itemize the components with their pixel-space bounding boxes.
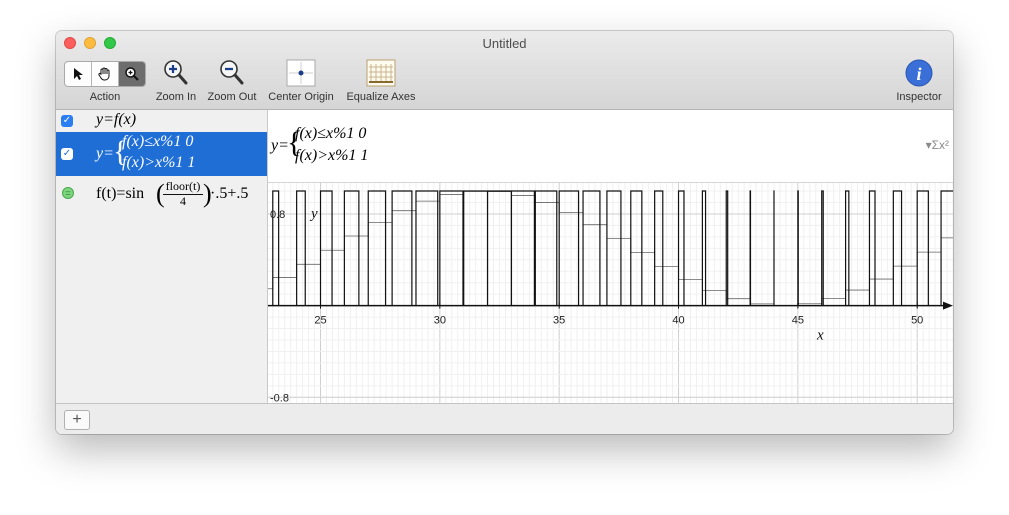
equation-editor[interactable]: y= { f(x)≤x%1 0 f(x)>x%1 1 ▾Σx² (268, 110, 953, 183)
center-origin-label: Center Origin (268, 91, 334, 103)
x-axis-arrow-icon (943, 301, 953, 310)
x-tick-label: 50 (911, 315, 923, 327)
arrow-tool-icon[interactable] (65, 62, 92, 86)
x-tick-label: 40 (672, 315, 684, 327)
y-tick-label: -0.8 (270, 392, 289, 403)
equation-text: y=f(x) (96, 111, 137, 128)
center-origin-icon (286, 59, 316, 87)
checkbox-checked-icon[interactable]: ✓ (61, 148, 73, 160)
y-axis-label: y (309, 206, 318, 222)
main-panel: y= { f(x)≤x%1 0 f(x)>x%1 1 ▾Σx² 25 30 35 40… (268, 110, 953, 404)
function-tail: ·.5+.5 (210, 185, 249, 202)
x-tick-label: 35 (553, 315, 565, 327)
zoom-in-label: Zoom In (155, 91, 197, 103)
info-icon: i (905, 59, 933, 87)
equation-prefix: y= (96, 145, 114, 162)
definition-icon[interactable]: = (62, 187, 74, 199)
svg-text:i: i (916, 64, 921, 84)
list-item[interactable]: ✓ y=f(x) (56, 110, 267, 132)
function-lhs: f(t)=sin (96, 185, 145, 202)
equalize-axes-icon (366, 59, 396, 87)
zoom-tool-icon[interactable] (119, 62, 145, 86)
app-window: Untitled Action Zoom In Zoom Out Center … (56, 31, 953, 434)
checkbox-checked-icon[interactable]: ✓ (61, 115, 73, 127)
fraction-numerator: floor(t) (163, 179, 203, 195)
hand-tool-icon[interactable] (92, 62, 119, 86)
action-segmented-control[interactable] (64, 61, 146, 87)
add-equation-button[interactable]: + (64, 410, 90, 430)
window-title: Untitled (482, 36, 527, 51)
x-tick-label: 25 (314, 315, 326, 327)
toolbar: Untitled Action Zoom In Zoom Out Center … (56, 31, 953, 110)
editor-case-2: f(x)>x%1 1 (295, 147, 369, 164)
piecewise-case-2: f(x)>x%1 1 (122, 154, 196, 171)
bottom-bar: + (56, 403, 953, 434)
x-axis-label: x (816, 328, 824, 344)
fraction-denominator: 4 (180, 194, 186, 208)
math-menu-button[interactable]: ▾Σx² (926, 138, 949, 152)
equalize-axes-label: Equalize Axes (346, 91, 416, 103)
zoom-out-label: Zoom Out (207, 91, 257, 103)
action-label: Action (89, 91, 121, 103)
y-tick-label: 0.8 (270, 209, 285, 221)
x-tick-label: 45 (792, 315, 804, 327)
editor-case-1: f(x)≤x%1 0 (295, 125, 367, 142)
piecewise-case-1: f(x)≤x%1 0 (122, 133, 194, 150)
x-tick-label: 30 (434, 315, 446, 327)
zoom-in-icon (164, 60, 188, 85)
inspector-label: Inspector (896, 91, 942, 103)
list-item-selected[interactable]: ✓ y= { f(x)≤x%1 0 f(x)>x%1 1 (56, 132, 267, 176)
equation-list: ✓ y=f(x) ✓ y= { f(x)≤x%1 0 f(x)>x%1 1 = … (56, 110, 268, 403)
zoom-out-icon (220, 60, 244, 85)
graph-canvas[interactable]: 25 30 35 40 45 50 0.8 -0.8 x y (268, 183, 953, 404)
list-item[interactable]: = f(t)=sin ( floor(t) 4 ) ·.5+.5 (56, 176, 267, 212)
